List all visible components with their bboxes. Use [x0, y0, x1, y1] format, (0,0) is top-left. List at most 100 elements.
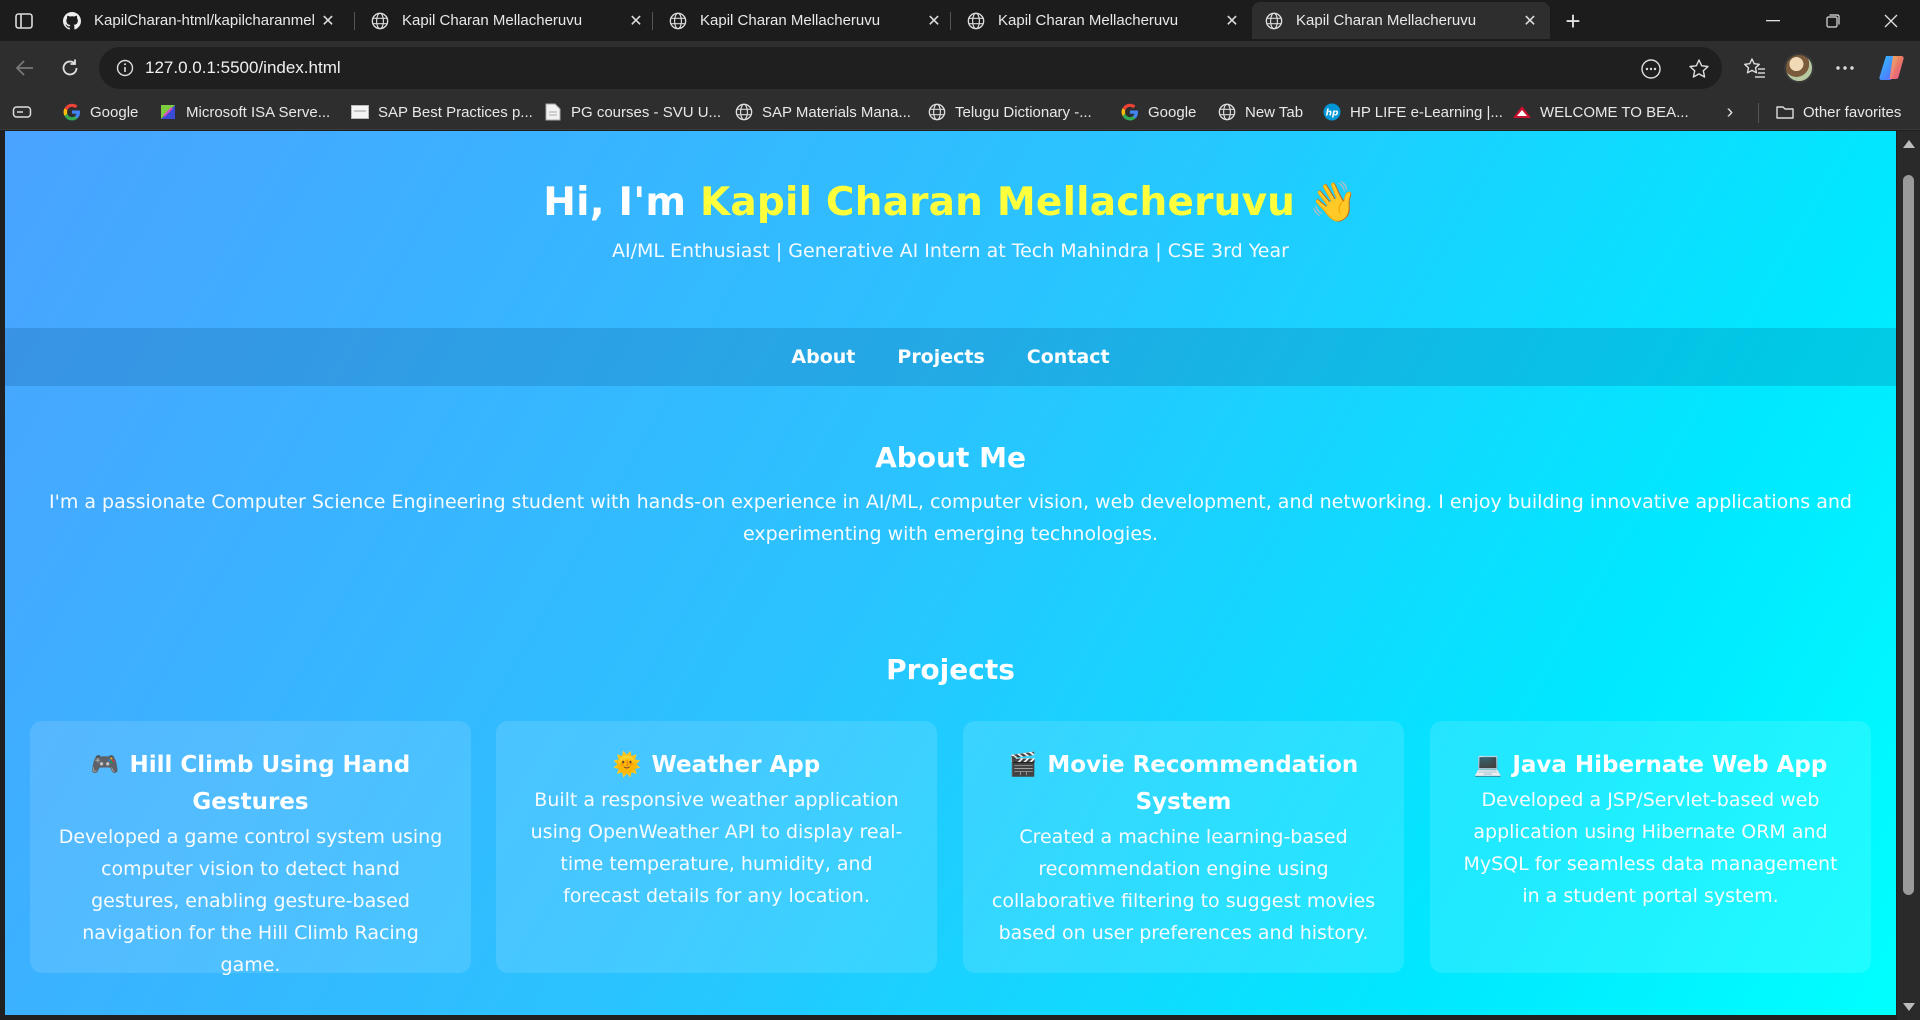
project-title-text: Movie Recommendation System: [1047, 752, 1359, 815]
isa-icon: [158, 102, 178, 122]
bookmark-pg-courses[interactable]: PG courses - SVU U...: [543, 100, 721, 124]
new-tab-button[interactable]: +: [1558, 6, 1588, 36]
project-title-text: Weather App: [651, 752, 821, 778]
projects-heading: Projects: [886, 653, 1015, 686]
globe-icon: [1217, 102, 1237, 122]
nav-link-projects[interactable]: Projects: [897, 346, 984, 368]
globe-icon: [966, 11, 986, 31]
page-scrollbar[interactable]: [1897, 131, 1920, 1020]
hero-title: Hi, I'm Kapil Charan Mellacheruvu 👋: [5, 179, 1896, 225]
restore-icon[interactable]: [1804, 0, 1862, 41]
google-icon: [1120, 102, 1140, 122]
laptop-icon: 💻: [1473, 752, 1503, 778]
project-title: 💻 Java Hibernate Web App: [1458, 747, 1843, 784]
tab-kapil-4[interactable]: Kapil Charan Mellacheruvu ✕: [954, 2, 1252, 39]
globe-icon: [668, 11, 688, 31]
bookmark-google-1[interactable]: Google: [62, 100, 138, 124]
project-title: 🎬 Movie Recommendation System: [991, 747, 1376, 821]
project-description: Built a responsive weather application u…: [530, 789, 903, 907]
tab-title: KapilCharan-html/kapilcharanmel: [94, 12, 315, 29]
google-icon: [62, 102, 82, 122]
tab-strip: KapilCharan-html/kapilcharanmel ✕ Kapil …: [0, 0, 1920, 41]
url-text: 127.0.0.1:5500/index.html: [145, 58, 341, 77]
nav-link-contact[interactable]: Contact: [1027, 346, 1110, 368]
favorites-icon[interactable]: [1738, 51, 1772, 85]
hero-tagline: AI/ML Enthusiast | Generative AI Intern …: [612, 240, 1289, 262]
tab-kapil-3[interactable]: Kapil Charan Mellacheruvu ✕: [656, 2, 954, 39]
tab-title: Kapil Charan Mellacheruvu: [700, 12, 881, 29]
tab-title: Kapil Charan Mellacheruvu: [402, 12, 583, 29]
info-icon[interactable]: [105, 59, 145, 77]
profile-avatar[interactable]: [1784, 53, 1814, 83]
scrollbar-thumb[interactable]: [1903, 175, 1914, 895]
tab-kapil-2[interactable]: Kapil Charan Mellacheruvu ✕: [358, 2, 656, 39]
globe-icon: [734, 102, 754, 122]
close-window-icon[interactable]: [1862, 0, 1920, 41]
bookmark-label: SAP Materials Mana...: [762, 103, 911, 121]
browser-toolbar: 127.0.0.1:5500/index.html: [0, 41, 1920, 95]
other-favorites[interactable]: Other favorites: [1775, 100, 1901, 124]
tab-title: Kapil Charan Mellacheruvu: [1296, 12, 1477, 29]
globe-icon: [1264, 11, 1284, 31]
more-options-icon[interactable]: [1828, 51, 1862, 85]
project-card: 🎮 Hill Climb Using Hand Gestures Develope…: [30, 721, 471, 976]
tab-github[interactable]: KapilCharan-html/kapilcharanmel ✕: [50, 2, 348, 39]
close-icon[interactable]: ✕: [318, 11, 338, 31]
bookmark-label: Google: [90, 103, 139, 121]
tab-separator: [354, 12, 355, 30]
greeting-text: Hi, I'm: [543, 180, 700, 225]
project-title: 🌞 Weather App: [524, 747, 909, 784]
close-icon[interactable]: ✕: [626, 11, 646, 31]
close-icon[interactable]: ✕: [1520, 11, 1540, 31]
minimize-icon[interactable]: [1744, 0, 1802, 41]
game-controller-icon: 🎮: [90, 752, 120, 778]
copilot-icon[interactable]: [1876, 52, 1908, 84]
bookmark-sap-materials[interactable]: SAP Materials Mana...: [734, 100, 911, 124]
collections-icon[interactable]: [10, 101, 34, 123]
page-viewport: Hi, I'm Kapil Charan Mellacheruvu 👋 AI/M…: [5, 131, 1896, 1015]
bookmark-label: HP LIFE e-Learning |...: [1350, 103, 1503, 121]
doc-icon: [543, 102, 563, 122]
back-arrow-icon[interactable]: [8, 51, 42, 85]
tab-actions-icon[interactable]: [10, 8, 38, 34]
project-card: 🎬 Movie Recommendation System Created a m…: [963, 721, 1404, 973]
bookmarks-bar: Google Microsoft ISA Serve... SAP Best P…: [0, 95, 1920, 130]
bookmark-label: Google: [1148, 103, 1197, 121]
bookmark-new-tab[interactable]: New Tab: [1217, 100, 1303, 124]
project-description: Developed a JSP/Servlet-based web applic…: [1463, 789, 1838, 907]
site-nav: About Projects Contact: [5, 328, 1896, 386]
bookmark-google-2[interactable]: Google: [1120, 100, 1196, 124]
bookmark-label: Microsoft ISA Serve...: [186, 103, 331, 121]
star-icon[interactable]: [1684, 54, 1714, 84]
svg-text:hp: hp: [1326, 109, 1339, 119]
clapper-board-icon: 🎬: [1008, 752, 1038, 778]
bookmark-label: WELCOME TO BEA...: [1540, 103, 1689, 121]
bookmark-microsoft-isa[interactable]: Microsoft ISA Serve...: [158, 100, 330, 124]
globe-icon: [370, 11, 390, 31]
chevron-right-icon[interactable]: ›: [1718, 100, 1742, 124]
address-bar[interactable]: 127.0.0.1:5500/index.html: [99, 47, 1722, 89]
bookmark-welcome-bea[interactable]: WELCOME TO BEA...: [1512, 100, 1689, 124]
tab-title: Kapil Charan Mellacheruvu: [998, 12, 1179, 29]
folder-icon: [1775, 102, 1795, 122]
hero-name: Kapil Charan Mellacheruvu: [699, 180, 1296, 225]
refresh-icon[interactable]: [53, 51, 87, 85]
bookmark-label: PG courses - SVU U...: [571, 103, 722, 121]
tab-separator: [652, 12, 653, 30]
tab-kapil-active[interactable]: Kapil Charan Mellacheruvu ✕: [1252, 2, 1550, 39]
reader-more-icon[interactable]: [1636, 54, 1666, 84]
hero-header: Hi, I'm Kapil Charan Mellacheruvu 👋 AI/M…: [5, 131, 1896, 328]
project-title-text: Hill Climb Using Hand Gestures: [129, 752, 411, 815]
close-icon[interactable]: ✕: [924, 11, 944, 31]
bookmark-hp-life[interactable]: hp HP LIFE e-Learning |...: [1322, 100, 1503, 124]
scroll-down-arrow-icon[interactable]: [1903, 1003, 1915, 1011]
bookmark-telugu-dictionary[interactable]: Telugu Dictionary -...: [927, 100, 1092, 124]
scroll-up-arrow-icon[interactable]: [1903, 140, 1915, 148]
close-icon[interactable]: ✕: [1222, 11, 1242, 31]
about-heading: About Me: [875, 441, 1026, 474]
nav-link-about[interactable]: About: [791, 346, 855, 368]
wave-emoji-icon: 👋: [1308, 180, 1358, 225]
bookmark-sap-best[interactable]: SAP Best Practices p...: [350, 100, 533, 124]
project-description: Developed a game control system using co…: [58, 826, 443, 976]
sun-icon: 🌞: [612, 752, 642, 778]
